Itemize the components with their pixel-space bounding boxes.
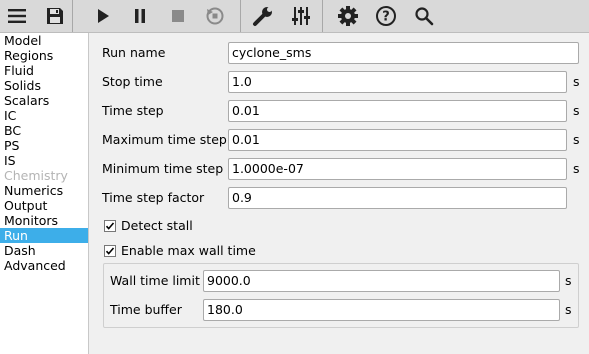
reset-icon[interactable]: [200, 2, 230, 30]
sidebar-item-scalars[interactable]: Scalars: [0, 93, 88, 108]
sidebar-item-regions[interactable]: Regions: [0, 48, 88, 63]
sidebar-item-model[interactable]: Model: [0, 33, 88, 48]
save-icon[interactable]: [40, 2, 70, 30]
enable-max-wall-time-checkbox[interactable]: [104, 245, 116, 257]
max-time-step-input[interactable]: 0.01: [228, 129, 567, 151]
wall-time-limit-unit: s: [565, 273, 572, 288]
run-name-input[interactable]: cyclone_sms: [228, 42, 579, 64]
gear-icon[interactable]: [333, 2, 363, 30]
sidebar-item-numerics[interactable]: Numerics: [0, 183, 88, 198]
run-name-label: Run name: [102, 45, 166, 60]
min-time-step-label: Minimum time step: [102, 161, 224, 176]
play-icon[interactable]: [88, 2, 118, 30]
stop-time-unit: s: [573, 74, 580, 89]
time-step-label: Time step: [102, 103, 164, 118]
time-buffer-unit: s: [565, 302, 572, 317]
enable-max-wall-time-label[interactable]: Enable max wall time: [121, 243, 256, 259]
toolbar: ?: [0, 0, 589, 33]
sidebar-item-solids[interactable]: Solids: [0, 78, 88, 93]
checkmark-icon: [105, 247, 115, 255]
detect-stall-checkbox[interactable]: [104, 220, 116, 232]
sidebar-item-ps[interactable]: PS: [0, 138, 88, 153]
sidebar-item-chemistry: Chemistry: [4, 168, 68, 183]
time-step-factor-label: Time step factor: [102, 190, 205, 205]
stop-icon[interactable]: [163, 2, 193, 30]
run-pane: Run name cyclone_sms Stop time 1.0 s Tim…: [89, 33, 589, 354]
time-buffer-label: Time buffer: [110, 302, 182, 317]
time-step-input[interactable]: 0.01: [228, 100, 567, 122]
min-time-step-input[interactable]: 1.0000e-07: [228, 158, 567, 180]
max-time-step-unit: s: [573, 132, 580, 147]
sidebar-item-ic[interactable]: IC: [0, 108, 88, 123]
sidebar-item-is[interactable]: IS: [0, 153, 88, 168]
sidebar-nav: Model Regions Fluid Solids Scalars IC BC…: [0, 33, 89, 354]
time-step-unit: s: [573, 103, 580, 118]
sidebar-item-dash[interactable]: Dash: [0, 243, 88, 258]
sliders-icon[interactable]: [286, 2, 316, 30]
svg-text:?: ?: [382, 10, 390, 25]
max-time-step-label: Maximum time step: [102, 132, 227, 147]
stop-time-input[interactable]: 1.0: [228, 71, 567, 93]
wrench-icon[interactable]: [248, 2, 278, 30]
wall-time-limit-label: Wall time limit: [110, 273, 200, 288]
stop-time-label: Stop time: [102, 74, 163, 89]
search-icon[interactable]: [409, 2, 439, 30]
sidebar-item-advanced[interactable]: Advanced: [0, 258, 88, 273]
sidebar-item-run[interactable]: Run: [0, 228, 88, 243]
min-time-step-unit: s: [573, 161, 580, 176]
sidebar-item-bc[interactable]: BC: [0, 123, 88, 138]
pause-icon[interactable]: [125, 2, 155, 30]
wall-time-group: Wall time limit 9000.0 s Time buffer 180…: [103, 263, 579, 328]
help-icon[interactable]: ?: [371, 2, 401, 30]
menu-icon[interactable]: [2, 2, 32, 30]
time-buffer-input[interactable]: 180.0: [203, 299, 560, 321]
time-step-factor-input[interactable]: 0.9: [228, 187, 567, 209]
detect-stall-label[interactable]: Detect stall: [121, 218, 193, 234]
sidebar-item-output[interactable]: Output: [0, 198, 88, 213]
checkmark-icon: [105, 222, 115, 230]
wall-time-limit-input[interactable]: 9000.0: [203, 270, 560, 292]
sidebar-item-fluid[interactable]: Fluid: [0, 63, 88, 78]
sidebar-item-monitors[interactable]: Monitors: [0, 213, 88, 228]
